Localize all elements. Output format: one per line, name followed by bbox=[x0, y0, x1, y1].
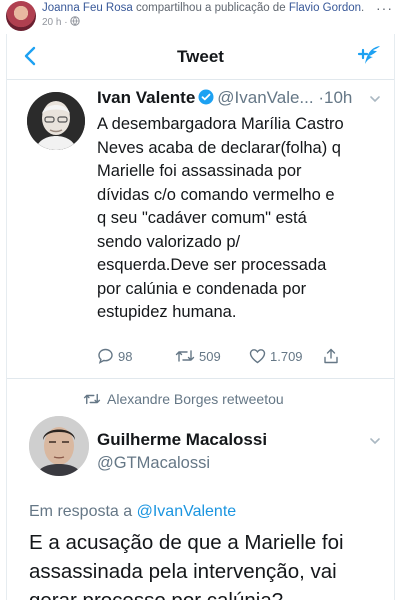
tweet-text-line: Marielle foi assassinada por bbox=[97, 162, 302, 180]
reply-author-display-name[interactable]: Guilherme Macalossi bbox=[97, 430, 267, 450]
globe-icon bbox=[70, 16, 81, 26]
retweet-action[interactable]: 509 bbox=[175, 348, 221, 364]
tweet-text-line: sendo valorizado p/ bbox=[97, 232, 241, 251]
retweeted-by-text[interactable]: Alexandre Borges retweetou bbox=[107, 391, 284, 407]
chevron-down-icon[interactable] bbox=[368, 434, 382, 448]
author-display-name[interactable]: Ivan Valente bbox=[97, 88, 195, 107]
facebook-share-header: Joanna Feu Rosa compartilhou a publicaçã… bbox=[0, 0, 401, 32]
tweet-text-line: estupidez humana. bbox=[97, 303, 237, 321]
sharer-avatar[interactable] bbox=[6, 1, 36, 31]
tweet-screenshot: Tweet Ivan Valente @IvanVale... ·10h A d… bbox=[6, 34, 395, 600]
retweet-icon bbox=[175, 350, 195, 362]
chevron-down-icon[interactable] bbox=[368, 92, 382, 106]
source-name-link[interactable]: Flavio Gordon bbox=[289, 2, 361, 14]
divider bbox=[7, 378, 394, 379]
retweet-icon bbox=[83, 393, 101, 405]
meta-separator: · bbox=[64, 17, 68, 28]
share-time[interactable]: 20 h bbox=[42, 17, 61, 28]
tweet-text-line: por calúnia e condenada por bbox=[97, 279, 307, 298]
more-options-icon[interactable]: ··· bbox=[376, 0, 393, 16]
reply-text-line: E a acusação de que a Marielle foi bbox=[29, 531, 344, 554]
tweet-time[interactable]: ·10h bbox=[318, 88, 352, 107]
reply-text-line: assassinada pela intervenção, vai bbox=[29, 560, 337, 583]
heart-icon bbox=[249, 349, 266, 364]
ivan-valente-avatar[interactable] bbox=[27, 92, 85, 150]
tweet-text-line: Neves acaba de declarar(folha) q bbox=[97, 138, 341, 157]
tweet-text: A desembargadora Marília Castro Neves ac… bbox=[97, 113, 387, 325]
retweet-count: 509 bbox=[199, 348, 221, 364]
in-reply-to-line: Em resposta a @IvanValente bbox=[29, 503, 236, 521]
tweet-nav-bar: Tweet bbox=[7, 34, 394, 80]
guilherme-macalossi-avatar[interactable] bbox=[29, 416, 89, 476]
in-reply-to-handle-link[interactable]: @IvanValente bbox=[137, 503, 237, 520]
tweet-text-line: q seu "cadáver comum" está bbox=[97, 209, 307, 227]
retweeted-by-line: Alexandre Borges retweetou bbox=[83, 391, 284, 407]
author-handle[interactable]: @IvanVale... bbox=[217, 88, 313, 107]
tweet-actions: 98 509 1.709 bbox=[97, 348, 357, 368]
reply-action[interactable]: 98 bbox=[97, 348, 132, 364]
like-action[interactable]: 1.709 bbox=[249, 348, 303, 364]
tweet-text-line: dívidas c/o comando vermelho e bbox=[97, 185, 335, 204]
share-icon bbox=[324, 348, 338, 364]
verified-badge-icon bbox=[198, 89, 214, 105]
nav-title: Tweet bbox=[177, 47, 224, 66]
reply-text-line: gerar processo por calúnia? bbox=[29, 586, 389, 600]
tweet-text-line: esquerda.Deve ser processada bbox=[97, 256, 327, 274]
reply-count: 98 bbox=[118, 348, 133, 364]
reply-icon bbox=[98, 348, 113, 364]
share-line: Joanna Feu Rosa compartilhou a publicaçã… bbox=[42, 2, 365, 14]
like-count: 1.709 bbox=[270, 348, 303, 364]
tweet-text-line: A desembargadora Marília Castro bbox=[97, 115, 344, 133]
share-action[interactable] bbox=[323, 348, 339, 364]
sharer-name-link[interactable]: Joanna Feu Rosa bbox=[42, 2, 133, 14]
share-action-text: compartilhou a publicação de bbox=[136, 2, 286, 14]
in-reply-to-label: Em resposta a bbox=[29, 503, 133, 520]
tweet-header: Ivan Valente @IvanVale... ·10h bbox=[97, 88, 352, 108]
reply-text: E a acusação de que a Marielle foi assas… bbox=[29, 528, 389, 600]
share-meta: 20 h · bbox=[42, 16, 81, 28]
reply-author-handle[interactable]: @GTMacalossi bbox=[97, 454, 210, 473]
compose-tweet-icon[interactable] bbox=[356, 43, 382, 69]
